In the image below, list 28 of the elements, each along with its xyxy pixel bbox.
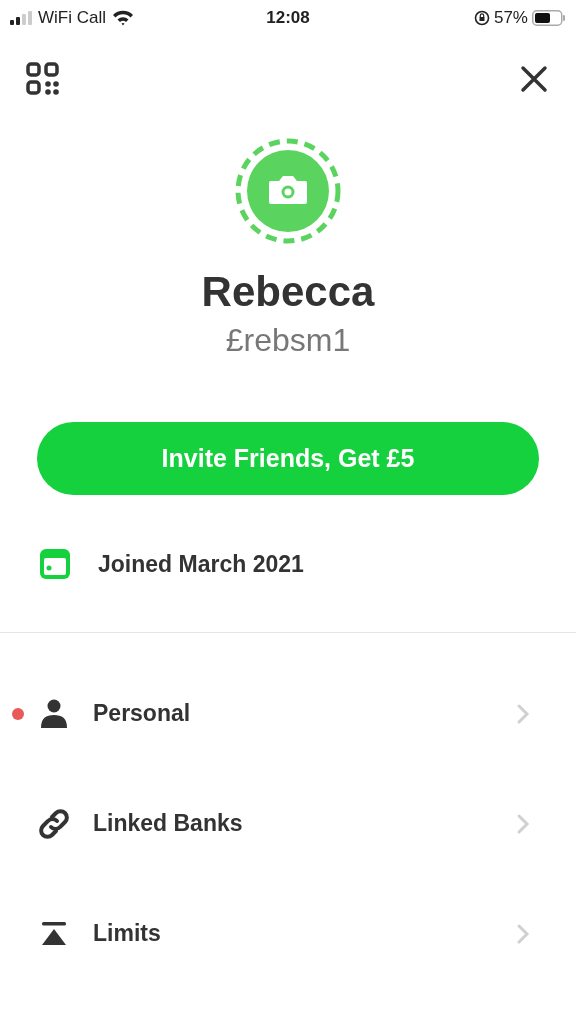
menu-label: Limits — [93, 919, 162, 949]
close-button[interactable] — [520, 64, 550, 94]
menu-item[interactable]: Limits — [0, 878, 576, 989]
person-icon — [40, 698, 68, 729]
menu-item[interactable]: Personal — [0, 658, 576, 769]
battery-percent: 57% — [493, 7, 528, 30]
profile-name: Rebecca — [201, 267, 375, 317]
camera-avatar-icon — [235, 138, 341, 244]
wifi-icon — [112, 10, 134, 26]
menu-item[interactable]: Linked Banks — [0, 768, 576, 879]
clock-time: 12:08 — [266, 7, 310, 30]
close-icon — [520, 65, 548, 93]
menu-label: Linked Banks — [93, 809, 244, 839]
rotation-lock-icon — [473, 10, 490, 26]
chevron-right-icon — [516, 812, 530, 835]
link-icon — [38, 807, 70, 840]
joined-date-text: Joined March 2021 — [98, 550, 304, 579]
calendar-icon — [40, 549, 70, 580]
battery-icon — [532, 10, 566, 26]
qr-code-button[interactable] — [26, 62, 60, 96]
qr-code-icon — [26, 62, 60, 96]
profile-handle: £rebsm1 — [225, 321, 351, 360]
signal-icon — [10, 11, 32, 25]
chevron-right-icon — [516, 922, 530, 945]
menu-label: Personal — [93, 699, 192, 729]
carrier-label: WiFi Call — [38, 7, 106, 30]
chevron-right-icon — [516, 702, 530, 725]
limit-icon — [41, 920, 67, 947]
